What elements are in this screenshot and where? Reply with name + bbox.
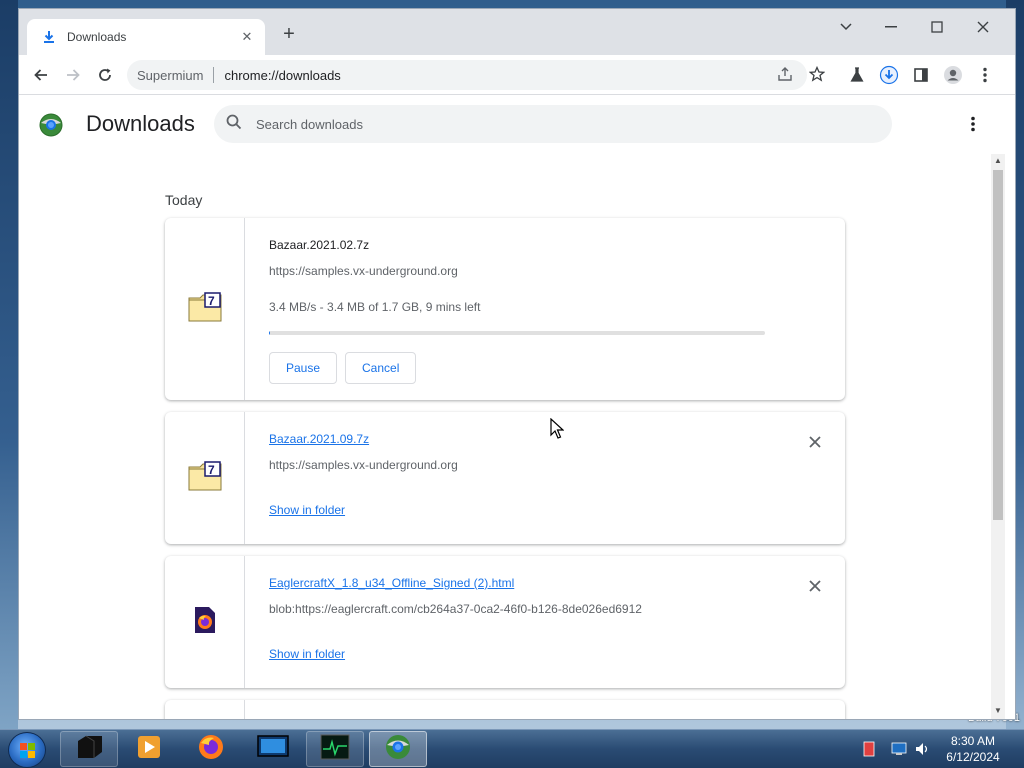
download-item-active: 7 Bazaar.2021.02.7z https://samples.vx-u… [165,218,845,400]
download-icon [41,29,57,45]
tab-close-icon[interactable]: ✕ [239,29,255,45]
labs-flask-icon[interactable] [845,63,869,87]
download-source-url: https://samples.vx-underground.org [269,458,458,472]
clock-date: 6/12/2024 [946,750,1000,764]
browser-menu-kebab-icon[interactable] [973,63,997,87]
tray-network-icon[interactable] [890,740,908,758]
date-section-label: Today [165,192,203,208]
profile-avatar-icon[interactable] [941,63,965,87]
minimize-button[interactable] [879,15,903,39]
supermium-browser-icon [384,733,412,766]
download-progress-bar [269,331,765,335]
tab-downloads[interactable]: Downloads ✕ [27,19,265,55]
download-filename-link[interactable]: Bazaar.2021.09.7z [269,432,369,446]
download-source-url: blob:https://eaglercraft.com/cb264a37-0c… [269,602,642,616]
downloads-header: Downloads [19,96,1015,152]
browser-toolbar: Supermium chrome://downloads [19,55,1015,95]
taskbar-app-media-player[interactable] [120,731,178,767]
tab-search-chevron-icon[interactable] [834,15,858,39]
title-bar: Downloads ✕ + [19,9,1015,55]
address-bar[interactable]: Supermium chrome://downloads [127,60,807,90]
downloads-page: Downloads ▲ ▼ Today 7 Baza [19,96,1015,719]
media-player-icon [136,734,162,765]
clock-time: 8:30 AM [950,734,996,748]
taskbar-app-terminal[interactable] [60,731,118,767]
side-panel-icon[interactable] [909,63,933,87]
forward-button[interactable] [61,63,85,87]
taskbar-app-monitor[interactable] [244,731,302,767]
taskbar-app-supermium[interactable] [369,731,427,767]
taskbar-app-task-manager[interactable] [306,731,364,767]
remove-from-list-close-icon[interactable] [805,432,825,452]
pause-button[interactable]: Pause [269,352,338,384]
svg-text:7: 7 [208,294,215,308]
search-input[interactable] [256,116,856,132]
browser-origin-label: Supermium [137,67,204,83]
downloads-toolbar-icon[interactable] [877,63,901,87]
page-menu-kebab-icon[interactable] [963,114,983,134]
download-item: 7 Bazaar.2021.09.7z https://samples.vx-u… [165,412,845,544]
download-progress-fill [269,331,270,335]
firefox-icon [197,733,225,766]
file-icon-column [165,556,245,688]
file-icon-column: 7 [165,218,245,400]
pulse-monitor-icon [320,734,350,765]
download-filename-link[interactable]: EaglercraftX_1.8_u34_Offline_Signed (2).… [269,576,514,590]
page-title: Downloads [86,111,195,136]
page-scrollbar[interactable]: ▲ ▼ [991,154,1005,719]
windows-taskbar: 8:30 AM 6/12/2024 [0,729,1024,768]
share-icon[interactable] [774,63,796,85]
download-source-url: https://samples.vx-underground.org [269,264,458,278]
remove-from-list-close-icon[interactable] [805,576,825,596]
download-item-partial [165,700,845,719]
reload-button[interactable] [93,63,117,87]
address-url: chrome://downloads [224,67,341,83]
tray-app-icon[interactable] [860,740,878,758]
file-icon-column [165,700,245,719]
tray-volume-icon[interactable] [914,740,932,758]
download-status-text: 3.4 MB/s - 3.4 MB of 1.7 GB, 9 mins left [269,300,481,314]
desktop-background-left [0,0,18,730]
browser-window: Downloads ✕ + Supermium chrome://downloa… [18,8,1016,720]
tab-title: Downloads [67,30,127,44]
terminal-box-icon [74,734,104,765]
download-item: EaglercraftX_1.8_u34_Offline_Signed (2).… [165,556,845,688]
close-window-button[interactable] [971,15,995,39]
back-button[interactable] [29,63,53,87]
show-in-folder-link[interactable]: Show in folder [269,647,345,661]
monitor-icon [257,734,289,765]
archive-7z-file-icon: 7 [188,460,222,496]
omnibox-separator [213,67,215,83]
scrollbar-thumb[interactable] [993,170,1003,520]
new-tab-button[interactable]: + [277,23,301,47]
taskbar-app-firefox[interactable] [182,731,240,767]
svg-text:7: 7 [208,463,215,477]
scroll-up-arrow-icon[interactable]: ▲ [994,157,1002,165]
download-filename: Bazaar.2021.02.7z [269,238,370,252]
scroll-down-arrow-icon[interactable]: ▼ [994,707,1002,715]
search-bar[interactable] [214,105,892,143]
file-icon-column: 7 [165,412,245,544]
start-button[interactable] [8,732,46,768]
taskbar-clock[interactable]: 8:30 AM 6/12/2024 [940,733,1006,765]
mouse-cursor-icon [550,417,565,445]
archive-7z-file-icon: 7 [188,291,222,327]
supermium-logo-icon [39,113,63,137]
cancel-button[interactable]: Cancel [345,352,417,384]
bookmark-star-icon[interactable] [806,63,828,85]
firefox-html-file-icon [193,606,217,639]
maximize-button[interactable] [925,15,949,39]
search-icon [226,114,242,135]
show-in-folder-link[interactable]: Show in folder [269,503,345,517]
